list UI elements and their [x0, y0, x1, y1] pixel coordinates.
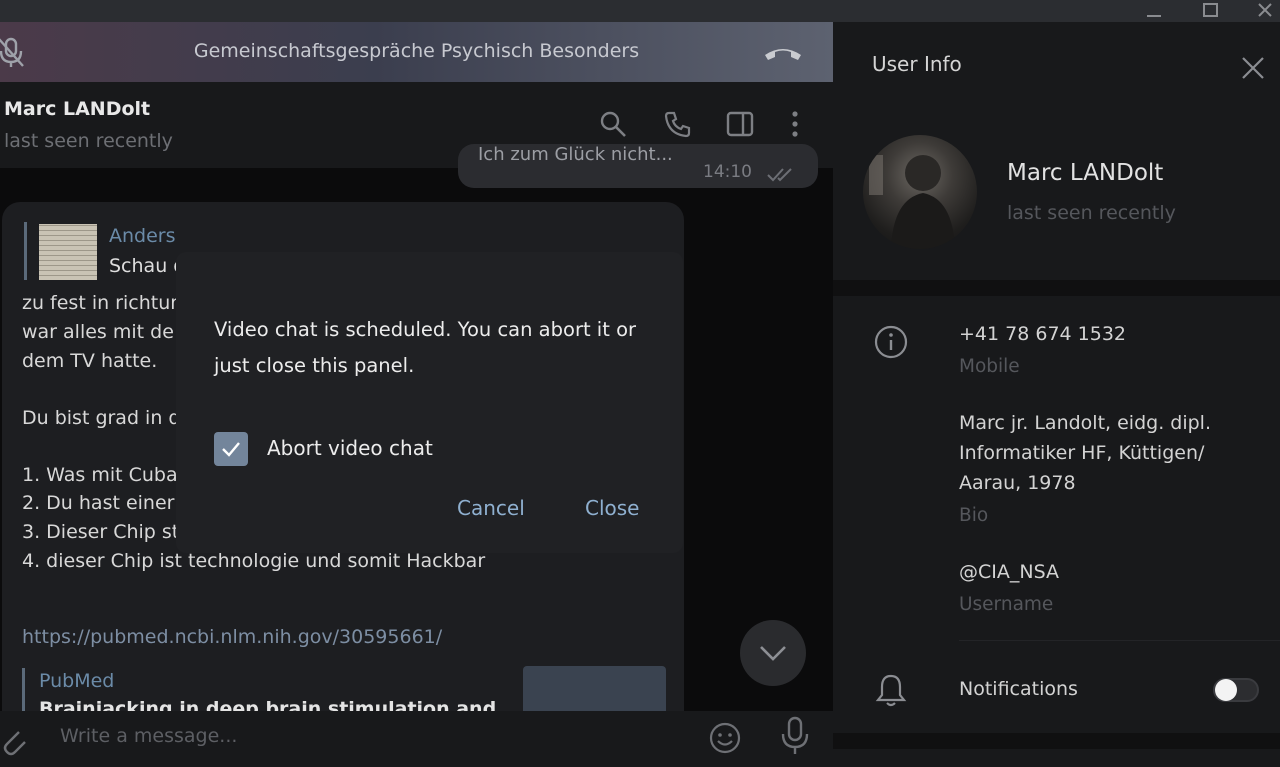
maximize-icon[interactable] [1196, 0, 1226, 22]
close-button[interactable]: Close [585, 496, 639, 520]
cancel-button[interactable]: Cancel [457, 496, 525, 520]
minimize-icon[interactable] [1139, 0, 1169, 22]
profile-name: Marc LANDolt [1007, 160, 1164, 186]
username-label: Username [959, 594, 1054, 615]
phone-number[interactable]: +41 78 674 1532 [959, 323, 1126, 345]
message-line: war alles mit de [22, 321, 174, 343]
message-line: 4. dieser Chip ist technologie und somit… [22, 550, 486, 572]
bell-icon [873, 672, 909, 708]
quote-thumbnail [39, 224, 97, 280]
outgoing-message-bubble[interactable]: Ich zum Glück nicht... 14:10 [458, 144, 818, 188]
attach-icon[interactable] [0, 723, 32, 759]
message-line: dem TV hatte. [22, 350, 158, 372]
window-close-icon[interactable] [1250, 0, 1280, 22]
panel-title: User Info [872, 52, 962, 76]
video-chat-dialog: Video chat is scheduled. You can abort i… [176, 252, 683, 553]
notifications-label: Notifications [959, 678, 1078, 700]
message-composer[interactable]: Write a message... [0, 711, 833, 767]
emoji-icon[interactable] [707, 720, 743, 756]
info-icon [873, 324, 909, 360]
message-line: 3. Dieser Chip st [22, 521, 180, 543]
user-info-panel: User Info Marc LANDolt last seen recentl… [833, 22, 1280, 767]
phone-icon[interactable] [662, 108, 694, 140]
message-line: 1. Was mit Cuba [22, 464, 178, 486]
chevron-down-icon [760, 646, 786, 661]
toggle-knob [1215, 679, 1237, 701]
more-menu-icon[interactable] [779, 108, 811, 140]
message-line: zu fest in richtun [22, 292, 183, 314]
dialog-message: Video chat is scheduled. You can abort i… [214, 318, 637, 377]
hang-up-icon[interactable] [762, 40, 804, 66]
divider [833, 733, 1280, 749]
profile-status: last seen recently [1007, 202, 1176, 224]
group-call-bar[interactable]: Gemeinschaftsgespräche Psychisch Besonde… [0, 22, 833, 82]
peer-status: last seen recently [4, 130, 173, 152]
bio-text[interactable]: Marc jr. Landolt, eidg. dipl. Informatik… [959, 408, 1259, 498]
search-icon[interactable] [597, 108, 629, 140]
quote-text: Schau d [109, 255, 186, 277]
read-check-icon [766, 166, 796, 186]
message-text: Ich zum Glück nicht... [478, 144, 673, 165]
check-icon [222, 442, 240, 457]
notifications-toggle[interactable] [1213, 678, 1259, 702]
checkbox-label[interactable]: Abort video chat [267, 436, 433, 460]
username[interactable]: @CIA_NSA [959, 561, 1059, 583]
bio-label: Bio [959, 505, 989, 526]
message-line: 2. Du hast einer [22, 492, 175, 514]
divider [959, 640, 1280, 641]
divider [833, 280, 1280, 296]
preview-site-name: PubMed [39, 670, 115, 692]
scroll-down-button[interactable] [740, 620, 806, 686]
peer-name[interactable]: Marc LANDolt [4, 98, 150, 120]
call-title: Gemeinschaftsgespräche Psychisch Besonde… [193, 40, 640, 62]
window-titlebar [0, 0, 1280, 22]
message-link[interactable]: https://pubmed.ncbi.nlm.nih.gov/30595661… [22, 626, 442, 648]
microphone-icon[interactable] [777, 716, 813, 754]
sidebar-toggle-icon[interactable] [724, 108, 756, 140]
abort-video-chat-checkbox[interactable] [214, 432, 248, 466]
phone-label: Mobile [959, 356, 1020, 377]
close-icon[interactable] [1237, 52, 1269, 84]
quote-author: Anders [109, 225, 176, 247]
message-input[interactable]: Write a message... [60, 725, 237, 747]
message-time: 14:10 [703, 162, 752, 182]
message-line: Du bist grad in d [22, 407, 181, 429]
avatar[interactable] [863, 135, 977, 249]
